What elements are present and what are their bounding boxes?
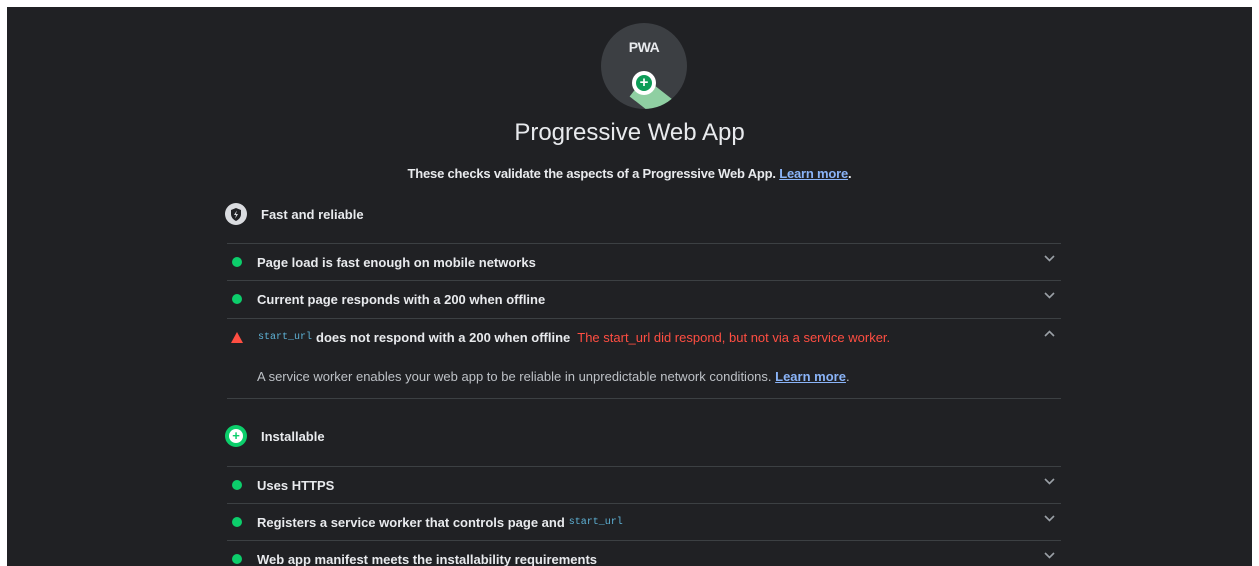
learn-more-link[interactable]: Learn more <box>779 166 848 181</box>
plus-circle-icon: + <box>225 425 247 447</box>
audit-row-load-fast[interactable]: Page load is fast enough on mobile netwo… <box>227 244 1061 280</box>
plus-icon: + <box>636 75 652 91</box>
chevron-down-icon[interactable] <box>1044 515 1055 522</box>
audit-label: Current page responds with a 200 when of… <box>257 291 546 307</box>
audit-detail: A service worker enables your web app to… <box>257 369 850 384</box>
audit-row-service-worker[interactable]: Registers a service worker that controls… <box>227 504 1061 540</box>
lighthouse-report-panel: PWA + Progressive Web App These checks v… <box>7 7 1252 566</box>
category-description: These checks validate the aspects of a P… <box>407 166 852 181</box>
chevron-up-icon[interactable] <box>1044 330 1055 337</box>
description-text: These checks validate the aspects of a P… <box>407 166 776 181</box>
category-title: Progressive Web App <box>514 119 745 146</box>
audit-code: start_url <box>258 331 313 343</box>
audit-label: does not respond with a 200 when offline <box>316 329 571 345</box>
audit-row-manifest[interactable]: Web app manifest meets the installabilit… <box>227 541 1061 566</box>
audit-label: Web app manifest meets the installabilit… <box>257 551 598 566</box>
audit-label: Page load is fast enough on mobile netwo… <box>257 254 536 270</box>
chevron-down-icon[interactable] <box>1044 255 1055 262</box>
group-header-installable: + Installable <box>225 425 325 447</box>
chevron-down-icon[interactable] <box>1044 292 1055 299</box>
group-title: Installable <box>261 428 325 444</box>
pass-indicator <box>232 480 242 490</box>
pass-indicator <box>232 517 242 527</box>
installable-badge: + <box>632 71 656 95</box>
shield-bolt-icon <box>225 203 247 225</box>
audit-row-offline-200[interactable]: Current page responds with a 200 when of… <box>227 281 1061 317</box>
chevron-down-icon[interactable] <box>1044 478 1055 485</box>
audit-label: Registers a service worker that controls… <box>257 514 565 530</box>
pwa-gauge: PWA + <box>601 23 687 109</box>
group-header-fast-reliable: Fast and reliable <box>225 203 364 225</box>
audit-detail-text: A service worker enables your web app to… <box>257 369 772 384</box>
audit-row-https[interactable]: Uses HTTPS <box>227 467 1061 503</box>
group-title: Fast and reliable <box>261 206 364 222</box>
pass-indicator <box>232 294 242 304</box>
audit-error-text: The start_url did respond, but not via a… <box>577 329 891 345</box>
pwa-gauge-label: PWA <box>628 39 660 55</box>
audit-label: Uses HTTPS <box>257 477 335 493</box>
fail-indicator <box>231 331 243 343</box>
audit-row-start-url-offline[interactable]: start_url does not respond with a 200 wh… <box>227 319 1061 355</box>
pass-indicator <box>232 257 242 267</box>
chevron-down-icon[interactable] <box>1044 552 1055 559</box>
audit-code: start_url <box>568 516 623 528</box>
divider <box>227 398 1061 399</box>
pass-indicator <box>232 554 242 564</box>
learn-more-link[interactable]: Learn more <box>775 369 846 384</box>
